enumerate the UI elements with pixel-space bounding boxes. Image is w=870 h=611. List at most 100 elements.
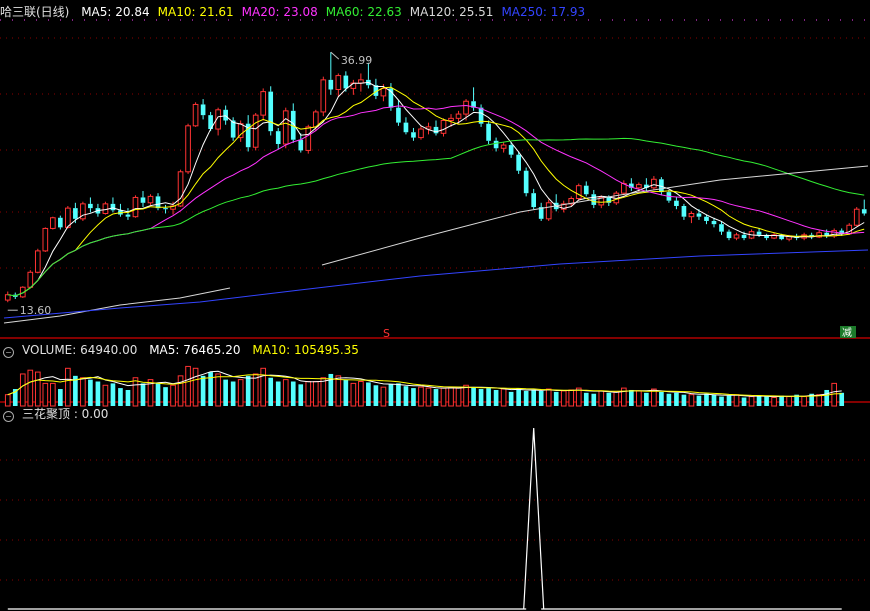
volume-bar [538,390,544,406]
volume-bar [486,388,491,406]
candle-body [853,208,860,226]
candle-body [185,125,191,173]
candle-body [756,231,762,235]
candle-body [275,131,281,144]
volume-bar [102,384,109,407]
candle-body [500,144,507,149]
volume-bar [553,391,559,406]
candle-body [861,209,867,214]
candle-body [328,79,334,90]
candle-body [575,185,582,200]
candle-body [674,200,679,206]
candle-body [237,123,244,139]
candle-body [4,294,11,301]
candle-body [636,184,642,189]
candle-body [147,195,154,204]
volume-bar [34,371,41,407]
candle-body [50,217,56,229]
volume-bar [298,384,304,406]
volume-bar [696,395,702,406]
candle-body [711,220,717,225]
volume-bar [583,392,589,406]
low-label: 13.60 [20,304,52,317]
candle-body [418,128,424,139]
candle-body [726,231,732,239]
candle-body [403,122,409,133]
candle-body [463,100,469,115]
volume-bar [711,394,717,406]
volume-bar [726,395,732,406]
volume-bar [455,387,462,407]
volume-bar [380,386,387,407]
volume-bar [290,381,296,406]
volume-bar [132,377,139,407]
volume-bar [411,388,416,406]
volume-bar [163,387,168,406]
volume-bar [756,395,762,406]
panel-collapse-icon[interactable]: − [3,347,14,358]
candle-body [545,202,552,220]
volume-bar [282,379,289,407]
volume-bar [779,395,784,406]
volume-bar [688,394,695,407]
volume-bar [719,396,724,406]
candle-body [132,196,139,218]
high-pointer [330,51,340,60]
kline-chart[interactable]: 36.99 13.60 S 减 [0,0,870,611]
volume-bar [388,384,394,406]
candle-body [741,234,747,239]
volume-bar [471,387,476,406]
candle-body [268,91,274,132]
volume-bar [252,373,259,407]
volume-bar [80,377,86,407]
volume-bar [629,389,634,406]
candle-body [163,208,168,210]
volume-bar [19,373,26,407]
candle-body [252,114,259,148]
volume-bar [666,393,672,406]
candle-body [73,208,78,219]
volume-bar [433,389,439,406]
indicator-label: 三花聚顶 : 0.00 [22,407,109,421]
ma10-line [22,86,865,294]
volume-bar [343,379,349,406]
candle-body [223,109,228,121]
candle-body [34,250,41,273]
candle-body [312,111,319,128]
panel-collapse-icon[interactable]: − [3,411,14,422]
volume-bar [771,397,777,407]
volume-bar [177,375,184,407]
candle-body [125,214,131,217]
volume-bar [733,394,740,407]
indicator-legend: − 三花聚顶 : 0.00 [0,405,116,423]
volume-bar [50,382,56,407]
volume-bar [275,381,281,406]
volume-bar [170,384,176,407]
volume-bar [748,396,755,407]
volume-bar [816,394,822,407]
volume-bar [125,389,131,406]
candle-body [110,203,116,211]
candle-body [523,170,529,194]
volume-bar [312,381,319,407]
volume-bar [358,381,364,407]
candle-body [448,117,454,121]
volume-bar [366,382,371,406]
candle-body [282,110,289,145]
volume-bar [260,367,267,407]
volume-bar [598,390,605,407]
volume-bar [42,382,49,407]
volume-bar [27,369,34,407]
candle-body [88,203,93,209]
volume-bar [674,392,679,406]
volume-bar [230,381,236,406]
volume-bar [636,390,642,407]
volume-bar [531,389,536,406]
candle-body [140,197,146,203]
candle-body [455,113,462,119]
volume-label: VOLUME: 64940.00 [22,343,138,357]
candle-body [192,103,199,127]
volume-bar [155,383,161,406]
candle-body [531,193,536,208]
volume-bar [418,386,424,407]
